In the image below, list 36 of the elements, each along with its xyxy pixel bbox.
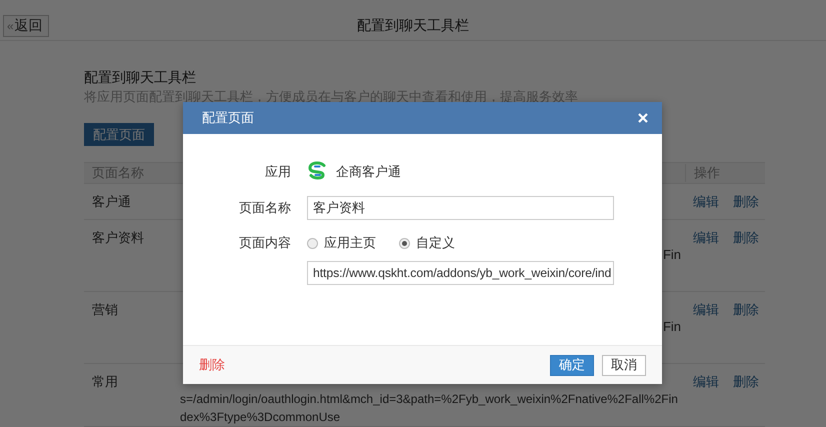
table-cell-text: 营销 [91,301,119,319]
field-label: 页面内容 [238,234,291,252]
page-title: 配置到聊天工具栏 [357,16,469,35]
table-cell-text: dex%3Ftype%3DcommonUse [180,409,340,426]
table-cell: Fin [662,247,681,262]
app-name: 企商客户通 [336,162,401,180]
dialog-title: 配置页面 [202,109,254,127]
field-label: 应用 [264,162,291,180]
radio-button[interactable] [399,238,410,248]
action-link[interactable]: 删除 [733,229,759,247]
field-label: 页面名称 [238,199,291,217]
action-link[interactable]: 删除 [733,301,759,319]
radio-option[interactable]: 自定义 [399,234,455,252]
action-link[interactable]: 编辑 [693,301,719,319]
app-logo-icon [307,161,328,182]
input-field[interactable]: 客户资料 [307,196,614,220]
configure-page-button[interactable]: 配置页面 [84,123,154,146]
confirm-button[interactable]: 确定 [550,354,594,376]
section-title: 配置到聊天工具栏 [84,69,197,87]
table-cell-text: 常用 [91,373,119,391]
action-link[interactable]: 编辑 [693,193,719,211]
radio-button[interactable] [307,238,318,248]
table-cell-text: s=/admin/login/oauthlogin.html&mch_id=3&path=%2Fyb_work_weixin%2Fnative%2Fall%2Fin [180,391,678,408]
action-link[interactable]: 编辑 [693,373,719,391]
input-field[interactable]: https://www.qskht.com/addons/yb_work_weixin/core/ind [307,261,614,285]
delete-link[interactable]: 删除 [199,356,542,374]
action-link[interactable]: 编辑 [693,229,719,247]
table-cell: Fin [662,319,681,334]
back-button[interactable]: «返回 [3,15,49,37]
cancel-button[interactable]: 取消 [602,354,646,376]
close-icon[interactable] [638,113,648,123]
radio-option[interactable]: 应用主页 [307,234,376,252]
action-link[interactable]: 删除 [733,373,759,391]
action-link[interactable]: 删除 [733,193,759,211]
table-cell-text: 客户通 [91,193,132,211]
table-cell-text: 客户资料 [91,229,145,247]
